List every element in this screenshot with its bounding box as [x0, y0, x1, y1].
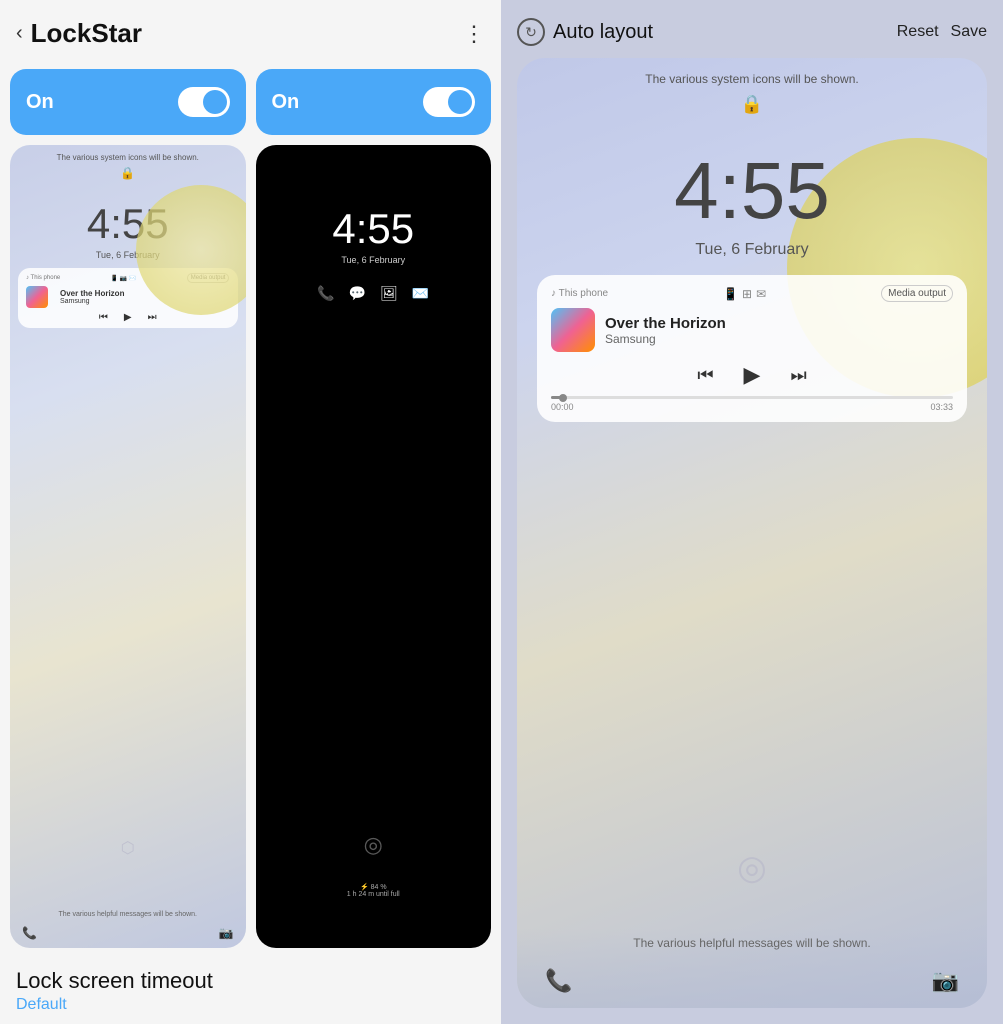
- toggle-card-2[interactable]: On: [256, 69, 492, 135]
- right-header: ↻ Auto layout Reset Save: [501, 0, 1003, 58]
- large-play-icon[interactable]: ▶: [744, 362, 761, 388]
- more-options-button[interactable]: ⋮: [463, 21, 485, 47]
- camera-icon: 📷: [219, 926, 234, 940]
- light-bottom-icons: 📞 📷: [10, 926, 246, 940]
- large-music-info: Over the Horizon Samsung: [605, 315, 953, 346]
- timeout-title: Lock screen timeout: [16, 968, 485, 994]
- light-fingerprint-icon: ⬡: [121, 838, 135, 858]
- reset-button[interactable]: Reset: [897, 23, 939, 41]
- light-music-source: ♪ This phone: [26, 275, 60, 281]
- large-media-output-btn[interactable]: Media output: [881, 285, 953, 302]
- dark-screen-preview[interactable]: 4:55 Tue, 6 February 📞 💬 🖼 ✉️ ◎ ⚡ 84 % 1…: [256, 145, 492, 948]
- light-screen-preview[interactable]: The various system icons will be shown. …: [10, 145, 246, 948]
- large-phone-icon: 📞: [545, 968, 572, 994]
- icon-mail-small: ✉: [756, 287, 766, 301]
- next-icon[interactable]: ⏭: [148, 312, 157, 323]
- time-end: 03:33: [930, 402, 953, 412]
- light-music-info: Over the Horizon Samsung: [60, 289, 124, 305]
- back-button[interactable]: ‹: [16, 22, 23, 45]
- timeout-value: Default: [16, 996, 485, 1014]
- large-screen-preview[interactable]: The various system icons will be shown. …: [517, 58, 987, 1008]
- dark-phone-icon: 📞: [317, 285, 334, 302]
- large-next-icon[interactable]: ⏭: [790, 365, 806, 386]
- large-music-artist: Samsung: [605, 332, 953, 346]
- large-music-artwork: [551, 308, 595, 352]
- large-preview-container: The various system icons will be shown. …: [501, 58, 1003, 1024]
- light-lock-icon: 🔒: [10, 166, 246, 180]
- large-music-controls: ⏮ ▶ ⏭: [551, 362, 953, 388]
- large-time-display: 4:55: [517, 145, 987, 237]
- large-music-icons: 📱 ⊞ ✉: [723, 287, 766, 301]
- large-bottom-message: The various helpful messages will be sho…: [517, 936, 987, 950]
- right-panel: ↻ Auto layout Reset Save The various sys…: [501, 0, 1003, 1024]
- large-lock-icon: 🔒: [517, 94, 987, 115]
- large-music-card: ♪ This phone 📱 ⊞ ✉ Media output Over the…: [537, 275, 967, 422]
- dark-gallery-icon: 🖼: [380, 285, 398, 302]
- time-start: 00:00: [551, 402, 574, 412]
- large-date-display: Tue, 6 February: [517, 241, 987, 259]
- left-header: ‹ LockStar ⋮: [0, 0, 501, 61]
- dark-date-display: Tue, 6 February: [256, 255, 492, 265]
- large-music-header: ♪ This phone 📱 ⊞ ✉ Media output: [551, 285, 953, 302]
- icon-phone-small: 📱: [723, 287, 738, 301]
- icon-grid-small: ⊞: [742, 287, 752, 301]
- auto-layout-title: Auto layout: [553, 21, 653, 44]
- save-button[interactable]: Save: [951, 23, 987, 41]
- header-left: ‹ LockStar: [16, 18, 142, 49]
- large-top-message: The various system icons will be shown.: [517, 58, 987, 90]
- toggle-2-label: On: [272, 91, 300, 114]
- large-camera-icon: 📷: [932, 968, 959, 994]
- large-prev-icon[interactable]: ⏮: [697, 365, 713, 386]
- large-fingerprint-icon: ◎: [737, 848, 767, 888]
- right-header-actions: Reset Save: [897, 23, 987, 41]
- phone-icon: 📞: [22, 926, 37, 940]
- dark-fingerprint-icon: ◎: [364, 832, 383, 858]
- light-music-artist: Samsung: [60, 298, 90, 305]
- toggle-2-switch[interactable]: [423, 87, 475, 117]
- play-icon[interactable]: ▶: [124, 312, 132, 323]
- large-music-title: Over the Horizon: [605, 315, 953, 332]
- progress-bar-bg: [551, 396, 953, 399]
- progress-times: 00:00 03:33: [551, 402, 953, 412]
- toggle-1-label: On: [26, 91, 54, 114]
- prev-icon[interactable]: ⏮: [99, 312, 108, 323]
- left-panel: ‹ LockStar ⋮ On On The various system ic…: [0, 0, 501, 1024]
- progress-bar-container: 00:00 03:33: [551, 396, 953, 412]
- page-title: LockStar: [31, 18, 142, 49]
- light-music-icons-row: 📱 📷 ✉️: [111, 275, 137, 282]
- toggle-1-switch[interactable]: [178, 87, 230, 117]
- preview-row: The various system icons will be shown. …: [0, 145, 501, 948]
- dark-email-icon: ✉️: [412, 285, 429, 302]
- auto-layout-icon: ↻: [517, 18, 545, 46]
- right-header-left: ↻ Auto layout: [517, 18, 653, 46]
- large-music-source: ♪ This phone: [551, 288, 608, 299]
- large-music-main: Over the Horizon Samsung: [551, 308, 953, 352]
- toggle-row: On On: [0, 61, 501, 145]
- progress-dot: [559, 394, 567, 402]
- dark-message-icon: 💬: [349, 285, 366, 302]
- dark-time-display: 4:55: [256, 205, 492, 253]
- light-music-artwork: [26, 286, 48, 308]
- light-top-message: The various system icons will be shown.: [10, 145, 246, 164]
- large-bottom-icons: 📞 📷: [517, 968, 987, 994]
- light-screen-inner: The various system icons will be shown. …: [10, 145, 246, 948]
- light-music-title: Over the Horizon: [60, 289, 124, 298]
- toggle-card-1[interactable]: On: [10, 69, 246, 135]
- timeout-section[interactable]: Lock screen timeout Default: [0, 948, 501, 1024]
- dark-icons-row: 📞 💬 🖼 ✉️: [256, 285, 492, 302]
- dark-battery-text: ⚡ 84 % 1 h 24 m until full: [256, 883, 492, 898]
- light-bottom-message: The various helpful messages will be sho…: [10, 911, 246, 918]
